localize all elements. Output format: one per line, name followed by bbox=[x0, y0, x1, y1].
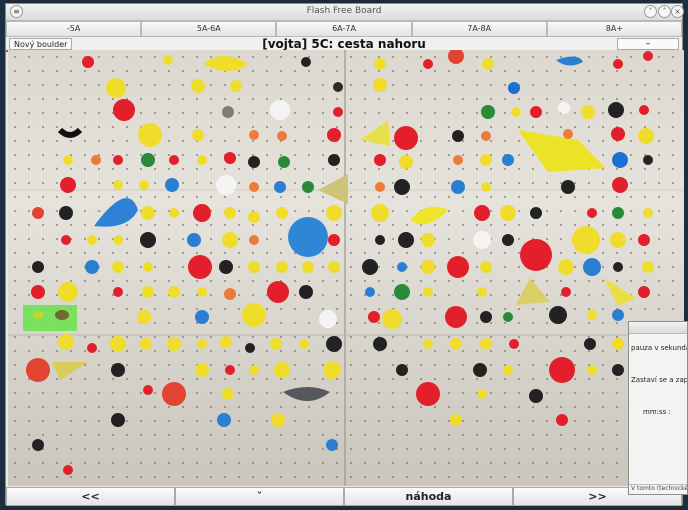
dropdown-button[interactable]: ˇ bbox=[175, 487, 344, 506]
time-field-label[interactable]: mm:ss : bbox=[643, 408, 671, 416]
new-boulder-button[interactable]: Nový boulder bbox=[9, 38, 73, 50]
holds-layer bbox=[8, 50, 684, 486]
stop-start-label: Zastaví se a zap bbox=[631, 376, 688, 384]
climbing-hold bbox=[288, 217, 328, 257]
route-title: [vojta] 5C: cesta nahoru bbox=[262, 37, 426, 51]
dialog-title-bar bbox=[629, 322, 687, 334]
timer-dialog: pauza v sekundá Zastaví se a zap mm:ss :… bbox=[628, 321, 688, 495]
minimize-icon[interactable]: ˅ bbox=[644, 5, 657, 18]
collapse-button[interactable]: – bbox=[617, 38, 679, 50]
maximize-icon[interactable]: ˄ bbox=[658, 5, 671, 18]
start-hold[interactable] bbox=[33, 311, 43, 319]
start-hold[interactable] bbox=[55, 310, 69, 320]
grade-button-5[interactable]: 8A+ bbox=[546, 21, 683, 37]
climbing-hold bbox=[520, 239, 552, 271]
dialog-footer-text: V tomto (technické bbox=[629, 484, 688, 492]
window-title: Flash Free Board bbox=[306, 6, 382, 16]
grade-button-4[interactable]: 7A-8A bbox=[411, 21, 547, 37]
climbing-hold bbox=[394, 126, 418, 150]
app-window: Flash Free Board ≡ ˅ ˄ × -5A 5A-6A 6A-7A… bbox=[5, 3, 684, 506]
climbing-wall-board[interactable] bbox=[8, 50, 684, 486]
random-button[interactable]: náhoda bbox=[344, 487, 513, 506]
grade-filter-bar: -5A 5A-6A 6A-7A 7A-8A 8A+ bbox=[6, 21, 683, 37]
window-menu-icon[interactable]: ≡ bbox=[10, 5, 23, 18]
close-icon[interactable]: × bbox=[671, 5, 684, 18]
previous-button[interactable]: << bbox=[6, 487, 175, 506]
pause-seconds-label: pauza v sekundá bbox=[631, 344, 688, 352]
grade-button-2[interactable]: 5A-6A bbox=[141, 21, 277, 37]
bottom-navigation: << ˇ náhoda >> bbox=[6, 487, 682, 506]
title-bar: Flash Free Board ≡ ˅ ˄ × bbox=[6, 4, 684, 21]
grade-button-3[interactable]: 6A-7A bbox=[276, 21, 412, 37]
grade-button-1[interactable]: -5A bbox=[6, 21, 142, 37]
start-hold-highlight[interactable] bbox=[23, 305, 77, 331]
